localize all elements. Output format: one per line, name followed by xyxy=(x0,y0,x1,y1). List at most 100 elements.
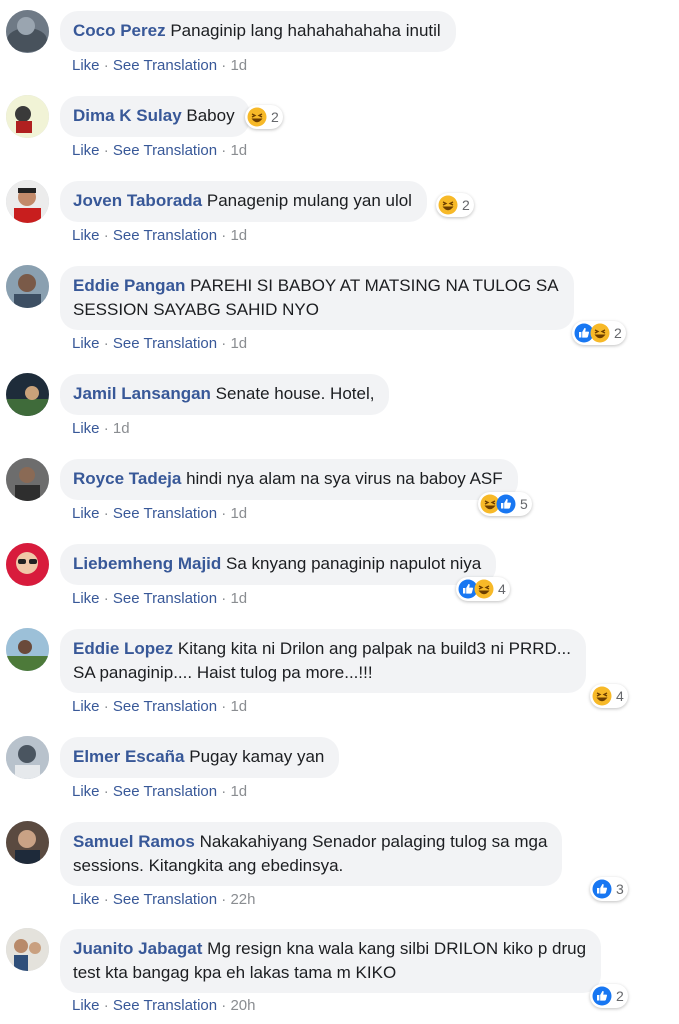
avatar[interactable] xyxy=(6,543,49,586)
comment-text: Mg resign kna wala kang silbi DRILON kik… xyxy=(207,939,587,958)
avatar[interactable] xyxy=(6,10,49,53)
separator: · xyxy=(103,227,109,244)
like-icon xyxy=(592,986,612,1006)
see-translation-link[interactable]: See Translation xyxy=(113,997,217,1014)
reaction-count: 2 xyxy=(614,325,622,341)
comment-time[interactable]: 1d xyxy=(230,505,247,522)
comment-bubble: Eddie Lopez Kitang kita ni Drilon ang pa… xyxy=(60,629,586,693)
comment-author[interactable]: Eddie Pangan xyxy=(73,276,185,295)
comment-actions: Like · See Translation · 1d xyxy=(72,505,247,522)
comment-author[interactable]: Dima K Sulay xyxy=(73,106,182,125)
see-translation-link[interactable]: See Translation xyxy=(113,505,217,522)
reaction-summary[interactable]: 5 xyxy=(478,492,532,516)
comment-actions: Like · 1d xyxy=(72,420,130,437)
reaction-count: 4 xyxy=(616,688,624,704)
comment-time[interactable]: 1d xyxy=(230,590,247,607)
comment-bubble: Jamil Lansangan Senate house. Hotel, xyxy=(60,374,389,415)
comment-author[interactable]: Juanito Jabagat xyxy=(73,939,202,958)
separator: · xyxy=(221,142,227,159)
separator: · xyxy=(221,57,227,74)
reaction-summary[interactable]: 2 xyxy=(572,321,626,345)
separator: · xyxy=(221,698,227,715)
comment-author[interactable]: Joven Taborada xyxy=(73,191,202,210)
separator: · xyxy=(103,505,109,522)
like-link[interactable]: Like xyxy=(72,227,100,244)
reaction-summary[interactable]: 4 xyxy=(456,577,510,601)
like-icon xyxy=(496,494,516,514)
see-translation-link[interactable]: See Translation xyxy=(113,57,217,74)
reaction-summary[interactable]: 2 xyxy=(245,105,283,129)
separator: · xyxy=(221,997,227,1014)
like-link[interactable]: Like xyxy=(72,335,100,352)
see-translation-link[interactable]: See Translation xyxy=(113,590,217,607)
avatar[interactable] xyxy=(6,736,49,779)
haha-icon xyxy=(474,579,494,599)
like-link[interactable]: Like xyxy=(72,698,100,715)
separator: · xyxy=(103,783,109,800)
see-translation-link[interactable]: See Translation xyxy=(113,142,217,159)
avatar[interactable] xyxy=(6,180,49,223)
avatar[interactable] xyxy=(6,821,49,864)
comment-time[interactable]: 1d xyxy=(230,335,247,352)
comment-time[interactable]: 1d xyxy=(230,57,247,74)
separator: · xyxy=(103,57,109,74)
comment-actions: Like · See Translation · 1d xyxy=(72,57,247,74)
comment-bubble: Royce Tadeja hindi nya alam na sya virus… xyxy=(60,459,518,500)
like-link[interactable]: Like xyxy=(72,891,100,908)
avatar[interactable] xyxy=(6,628,49,671)
like-link[interactable]: Like xyxy=(72,505,100,522)
separator: · xyxy=(103,698,109,715)
like-link[interactable]: Like xyxy=(72,420,100,437)
comment-actions: Like · See Translation · 20h xyxy=(72,997,255,1014)
see-translation-link[interactable]: See Translation xyxy=(113,227,217,244)
comment-actions: Like · See Translation · 1d xyxy=(72,590,247,607)
comment-actions: Like · See Translation · 1d xyxy=(72,783,247,800)
comment-time[interactable]: 1d xyxy=(230,698,247,715)
like-link[interactable]: Like xyxy=(72,590,100,607)
comment-text: Panagenip mulang yan ulol xyxy=(206,191,412,210)
avatar[interactable] xyxy=(6,95,49,138)
comment-author[interactable]: Liebemheng Majid xyxy=(73,554,221,573)
comment-author[interactable]: Elmer Escaña xyxy=(73,747,185,766)
comment-author[interactable]: Eddie Lopez xyxy=(73,639,173,658)
comment-author[interactable]: Samuel Ramos xyxy=(73,832,195,851)
like-link[interactable]: Like xyxy=(72,783,100,800)
reaction-summary[interactable]: 2 xyxy=(590,984,628,1008)
like-link[interactable]: Like xyxy=(72,142,100,159)
avatar[interactable] xyxy=(6,265,49,308)
comment-time[interactable]: 1d xyxy=(230,227,247,244)
haha-icon xyxy=(590,323,610,343)
reaction-count: 2 xyxy=(462,197,470,213)
reaction-count: 4 xyxy=(498,581,506,597)
reaction-summary[interactable]: 4 xyxy=(590,684,628,708)
separator: · xyxy=(221,590,227,607)
reaction-count: 2 xyxy=(616,988,624,1004)
avatar[interactable] xyxy=(6,458,49,501)
avatar[interactable] xyxy=(6,928,49,971)
comment-time[interactable]: 1d xyxy=(230,142,247,159)
comment-time[interactable]: 22h xyxy=(230,891,255,908)
see-translation-link[interactable]: See Translation xyxy=(113,891,217,908)
see-translation-link[interactable]: See Translation xyxy=(113,335,217,352)
comment-time[interactable]: 20h xyxy=(230,997,255,1014)
comment-author[interactable]: Jamil Lansangan xyxy=(73,384,211,403)
separator: · xyxy=(221,227,227,244)
comment-time[interactable]: 1d xyxy=(113,420,130,437)
avatar[interactable] xyxy=(6,373,49,416)
comment-text-line2: SESSION SAYABG SAHID NYO xyxy=(73,300,319,319)
comment-text: Nakakahiyang Senador palaging tulog sa m… xyxy=(199,832,548,851)
reaction-summary[interactable]: 2 xyxy=(436,193,474,217)
separator: · xyxy=(103,997,109,1014)
comment-time[interactable]: 1d xyxy=(230,783,247,800)
reaction-summary[interactable]: 3 xyxy=(590,877,628,901)
comment-text-line2: test kta bangag kpa eh lakas tama m KIKO xyxy=(73,963,397,982)
like-link[interactable]: Like xyxy=(72,57,100,74)
comment-author[interactable]: Royce Tadeja xyxy=(73,469,181,488)
see-translation-link[interactable]: See Translation xyxy=(113,698,217,715)
see-translation-link[interactable]: See Translation xyxy=(113,783,217,800)
separator: · xyxy=(221,783,227,800)
like-link[interactable]: Like xyxy=(72,997,100,1014)
comment-text: Senate house. Hotel, xyxy=(215,384,375,403)
comment-author[interactable]: Coco Perez xyxy=(73,21,166,40)
comment-text-line2: sessions. Kitangkita ang ebedinsya. xyxy=(73,856,344,875)
